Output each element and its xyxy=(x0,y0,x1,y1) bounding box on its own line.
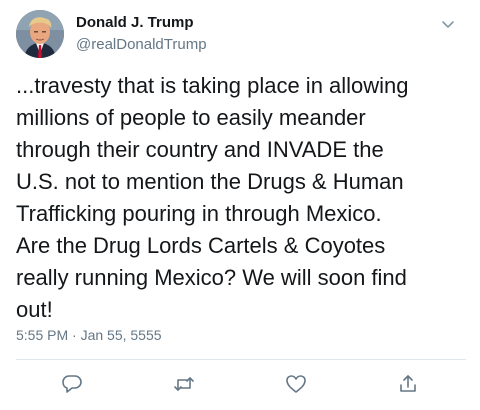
tweet-timestamp[interactable]: 5:55 PM · Jan 55, 5555 xyxy=(16,326,162,344)
tweet-text: ...travesty that is taking place in allo… xyxy=(16,73,409,322)
author-handle[interactable]: @realDonaldTrump xyxy=(76,36,207,54)
avatar[interactable] xyxy=(16,10,64,58)
heart-icon[interactable] xyxy=(285,373,307,395)
tweet-card: Donald J. Trump @realDonaldTrump ...trav… xyxy=(0,0,480,410)
author-name[interactable]: Donald J. Trump xyxy=(76,14,194,32)
retweet-icon[interactable] xyxy=(173,373,195,395)
reply-icon[interactable] xyxy=(61,373,83,395)
share-icon[interactable] xyxy=(397,373,419,395)
divider xyxy=(16,359,466,360)
chevron-down-icon[interactable] xyxy=(438,14,458,34)
